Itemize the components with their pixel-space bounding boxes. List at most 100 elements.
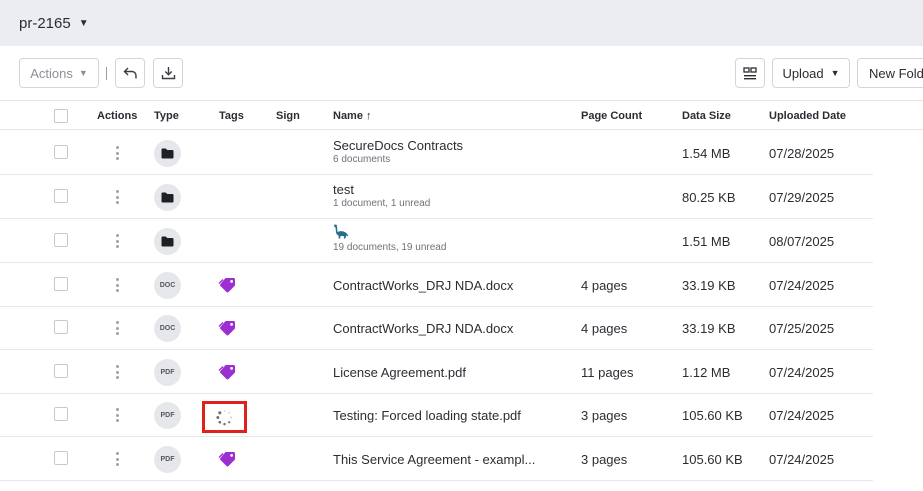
file-name[interactable]: Testing: Forced loading state.pdf	[333, 408, 521, 423]
actions-label: Actions	[30, 65, 73, 81]
file-name[interactable]: ContractWorks_DRJ NDA.docx	[333, 278, 513, 293]
file-name[interactable]: License Agreement.pdf	[333, 365, 466, 380]
spinner-dot	[223, 410, 226, 412]
spinner-dot	[228, 421, 231, 424]
type-badge	[154, 184, 181, 211]
spinner-dot	[216, 416, 220, 419]
tag-icon[interactable]	[218, 320, 237, 336]
file-name[interactable]: This Service Agreement - exampl...	[333, 452, 535, 467]
data-size: 33.19 KB	[682, 278, 736, 293]
column-header-data-size[interactable]: Data Size	[682, 110, 731, 122]
column-header-type[interactable]: Type	[154, 110, 179, 122]
column-header-sign: Sign	[276, 110, 300, 122]
column-header-page-count[interactable]: Page Count	[581, 110, 642, 122]
folder-icon	[161, 236, 174, 247]
grid-view-button[interactable]	[735, 58, 765, 88]
loading-spinner-icon	[216, 410, 233, 426]
tag-icon[interactable]	[218, 277, 237, 293]
row-actions-menu-icon[interactable]	[114, 363, 120, 381]
page-count: 3 pages	[581, 408, 628, 423]
type-badge: DOC	[154, 272, 181, 299]
undo-icon	[123, 67, 137, 79]
chevron-down-icon: ▼	[830, 68, 840, 78]
type-badge: PDF	[154, 402, 181, 429]
row-checkbox[interactable]	[54, 364, 68, 378]
row-checkbox[interactable]	[54, 451, 68, 465]
table-row[interactable]: PDF Testing: Forced loading state.pdf 3 pa…	[0, 393, 873, 437]
data-size: 105.60 KB	[682, 452, 743, 467]
uploaded-date: 07/25/2025	[769, 321, 835, 336]
uploaded-date: 07/24/2025	[769, 365, 835, 380]
table-header: Actions Type Tags Sign Name ↑ Page Count …	[0, 100, 923, 130]
type-badge: PDF	[154, 359, 181, 386]
upload-button[interactable]: Upload ▼	[772, 58, 850, 88]
spinner-dot	[218, 420, 222, 424]
row-checkbox[interactable]	[54, 407, 68, 421]
row-actions-menu-icon[interactable]	[114, 232, 120, 250]
table-row[interactable]: DOC ContractWorks_DRJ NDA.docx 4 pages 33.1…	[0, 306, 873, 350]
row-checkbox[interactable]	[54, 189, 68, 203]
folder-name[interactable]	[333, 224, 349, 242]
column-header-tags: Tags	[219, 110, 244, 122]
toolbar: Actions ▼ Upload ▼ New Folde	[0, 46, 923, 100]
table-row[interactable]: 19 documents, 19 unread 1.51 MB 08/07/2025	[0, 219, 873, 263]
column-header-actions: Actions	[97, 110, 138, 122]
row-actions-menu-icon[interactable]	[114, 188, 120, 206]
undo-button[interactable]	[115, 58, 145, 88]
column-header-name[interactable]: Name ↑	[333, 110, 371, 122]
folder-summary: 6 documents	[333, 154, 391, 165]
download-icon	[161, 67, 175, 80]
download-button[interactable]	[153, 58, 183, 88]
chevron-down-icon: ▼	[78, 68, 88, 78]
file-name[interactable]: ContractWorks_DRJ NDA.docx	[333, 321, 513, 336]
folder-summary: 19 documents, 19 unread	[333, 242, 447, 253]
folder-name[interactable]: test	[333, 182, 354, 197]
tag-loading-highlight	[202, 401, 247, 433]
uploaded-date: 07/28/2025	[769, 146, 835, 161]
workspace-name: pr-2165	[19, 14, 71, 32]
spinner-dot	[228, 411, 231, 414]
grid-view-icon	[743, 66, 757, 79]
data-size: 1.54 MB	[682, 146, 731, 161]
type-badge: DOC	[154, 315, 181, 342]
row-actions-menu-icon[interactable]	[114, 406, 120, 424]
row-actions-menu-icon[interactable]	[114, 276, 120, 294]
row-checkbox[interactable]	[54, 145, 68, 159]
tag-icon[interactable]	[218, 364, 237, 380]
type-badge	[154, 140, 181, 167]
column-header-uploaded-date[interactable]: Uploaded Date	[769, 110, 846, 122]
file-type-label: DOC	[159, 325, 176, 332]
folder-icon	[161, 148, 174, 159]
column-header-name-label: Name	[333, 110, 363, 122]
type-badge	[154, 228, 181, 255]
toolbar-divider	[106, 67, 107, 80]
file-type-label: PDF	[160, 456, 175, 463]
uploaded-date: 07/24/2025	[769, 278, 835, 293]
file-type-label: DOC	[159, 282, 176, 289]
table-row[interactable]: PDF This Service Agreement - exampl... 3 p…	[0, 437, 873, 481]
table-row[interactable]: PDF License Agreement.pdf 11 pages 1.12 MB 0…	[0, 350, 873, 394]
table-row[interactable]: DOC ContractWorks_DRJ NDA.docx 4 pages 33.1…	[0, 263, 873, 307]
page-count: 3 pages	[581, 452, 628, 467]
actions-dropdown-button[interactable]: Actions ▼	[19, 58, 99, 88]
new-folder-label: New Folde	[869, 65, 923, 81]
table-row[interactable]: test 1 document, 1 unread 80.25 KB 07/29/20…	[0, 175, 873, 219]
row-checkbox[interactable]	[54, 320, 68, 334]
row-actions-menu-icon[interactable]	[114, 319, 120, 337]
table-row[interactable]: SecureDocs Contracts 6 documents 1.54 MB 07…	[0, 131, 873, 175]
row-checkbox[interactable]	[54, 233, 68, 247]
row-actions-menu-icon[interactable]	[114, 450, 120, 468]
new-folder-button[interactable]: New Folde	[857, 58, 923, 88]
type-badge: PDF	[154, 446, 181, 473]
sort-ascending-icon: ↑	[365, 110, 372, 122]
row-actions-menu-icon[interactable]	[114, 144, 120, 162]
workspace-selector[interactable]: pr-2165 ▼	[19, 12, 89, 34]
tag-icon[interactable]	[218, 451, 237, 467]
page-count: 11 pages	[581, 365, 634, 380]
data-size: 105.60 KB	[682, 408, 743, 423]
folder-name[interactable]: SecureDocs Contracts	[333, 138, 463, 153]
row-checkbox[interactable]	[54, 277, 68, 291]
data-size: 80.25 KB	[682, 190, 736, 205]
select-all-checkbox[interactable]	[54, 109, 68, 123]
dinosaur-icon	[334, 224, 349, 239]
